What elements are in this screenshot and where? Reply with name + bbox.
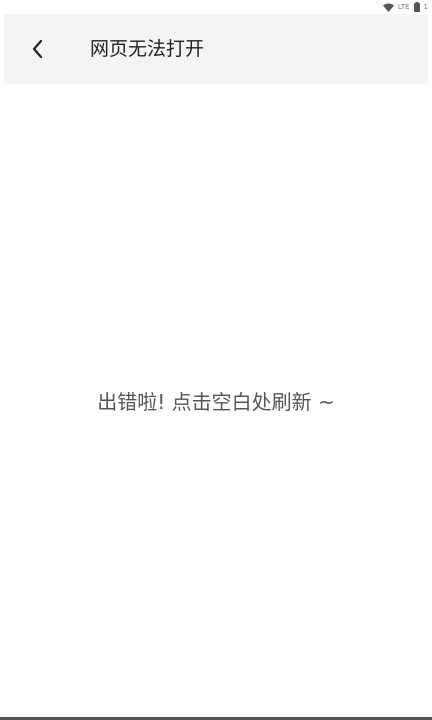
signal-label: LTE [397,3,410,11]
status-icons: LTE 1 [382,1,428,13]
error-message[interactable]: 出错啦! 点击空白处刷新 ~ [0,389,432,415]
refresh-area[interactable]: 出错啦! 点击空白处刷新 ~ [0,84,432,716]
battery-icon [413,2,420,12]
page-title: 网页无法打开 [90,38,205,60]
status-bar: LTE 1 [0,0,432,14]
wifi-icon [382,3,394,12]
back-button[interactable] [26,37,50,61]
screen: LTE 1 网页无法打开 出错啦! 点击空白处刷新 ~ [0,0,432,720]
battery-label: 1 [423,3,428,11]
app-bar: 网页无法打开 [4,14,428,84]
chevron-left-icon [32,39,43,59]
